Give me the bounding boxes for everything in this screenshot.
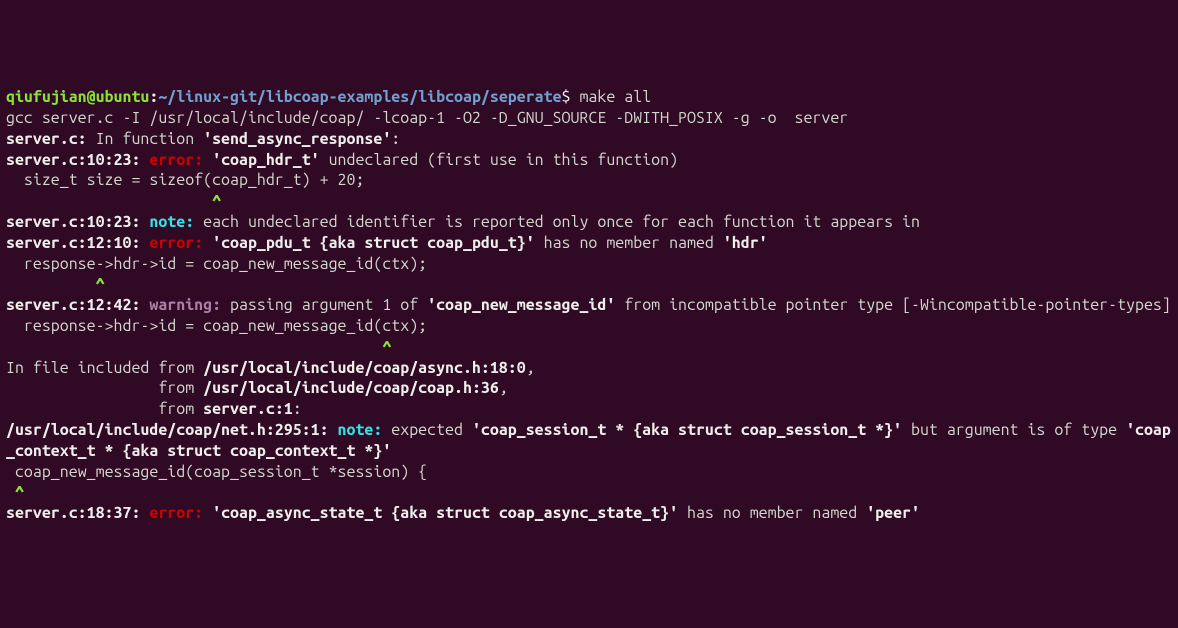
source-line: response->hdr->id = coap_new_message_id(… bbox=[6, 317, 427, 335]
caret-indicator: ^ bbox=[6, 275, 105, 293]
error-tag: error: bbox=[149, 234, 212, 252]
error-tag: error: bbox=[149, 151, 212, 169]
caret-indicator: ^ bbox=[6, 338, 391, 356]
terminal-output: qiufujian@ubuntu:~/linux-git/libcoap-exa… bbox=[6, 87, 1172, 524]
caret-indicator: ^ bbox=[6, 483, 24, 501]
loc: server.c:10:23: bbox=[6, 213, 149, 231]
loc: server.c:12:42: bbox=[6, 296, 149, 314]
note-tag: note: bbox=[338, 421, 392, 439]
prompt-path: ~/linux-git/libcoap-examples/libcoap/sep… bbox=[158, 88, 561, 106]
file-path: /usr/local/include/coap/coap.h:36 bbox=[203, 379, 499, 397]
note-tag: note: bbox=[149, 213, 203, 231]
command[interactable]: make all bbox=[579, 88, 651, 106]
prompt: qiufujian@ubuntu:~/linux-git/libcoap-exa… bbox=[6, 88, 579, 106]
source-line: coap_new_message_id(coap_session_t *sess… bbox=[6, 463, 427, 481]
error-tag: error: bbox=[149, 504, 212, 522]
gcc-line: gcc server.c -I /usr/local/include/coap/… bbox=[6, 109, 848, 127]
loc: server.c: bbox=[6, 130, 87, 148]
caret-indicator: ^ bbox=[6, 192, 221, 210]
warning-tag: warning: bbox=[149, 296, 230, 314]
loc: /usr/local/include/coap/net.h:295:1: bbox=[6, 421, 338, 439]
file-path: /usr/local/include/coap/async.h:18:0 bbox=[203, 359, 526, 377]
prompt-user: qiufujian@ubuntu bbox=[6, 88, 149, 106]
source-line: response->hdr->id = coap_new_message_id(… bbox=[6, 255, 427, 273]
file-path: server.c:1 bbox=[203, 400, 293, 418]
loc: server.c:12:10: bbox=[6, 234, 149, 252]
source-line: size_t size = sizeof(coap_hdr_t) + 20; bbox=[6, 171, 364, 189]
loc: server.c:18:37: bbox=[6, 504, 149, 522]
loc: server.c:10:23: bbox=[6, 151, 149, 169]
